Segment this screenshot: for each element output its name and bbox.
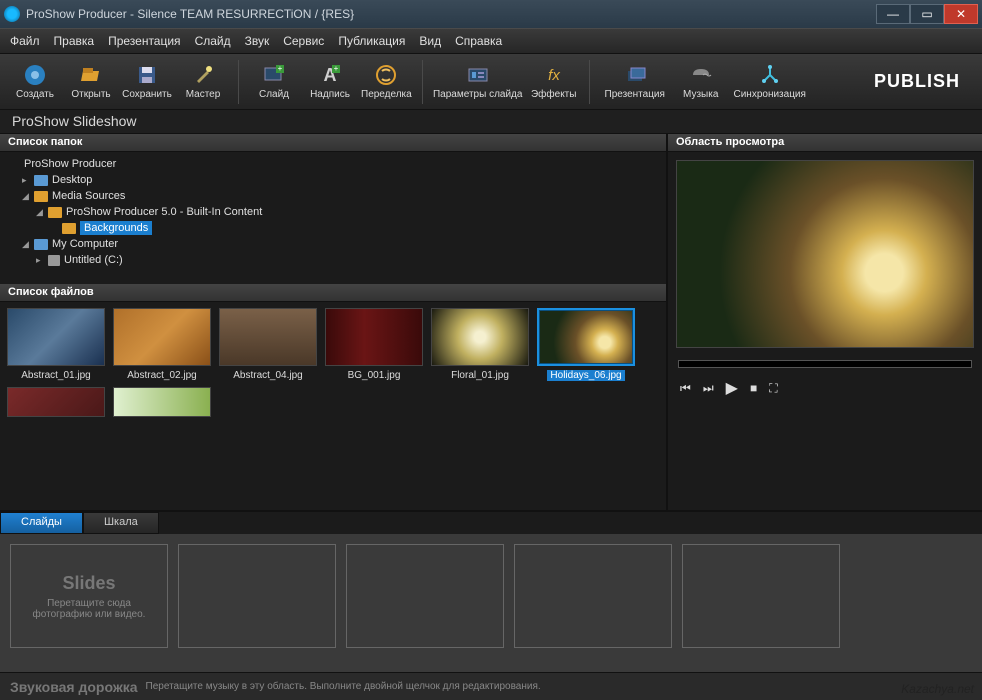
next-icon[interactable]: ⏭ [703,381,714,396]
slideshow-title: ProShow Slideshow [0,110,982,134]
file-thumb-selected[interactable]: Holidays_06.jpg [536,308,636,381]
file-thumb[interactable]: Abstract_01.jpg [6,308,106,381]
tree-backgrounds[interactable]: Backgrounds [6,220,660,236]
folders-pane-header: Список папок [0,134,666,152]
transport-controls: ⏮ ⏭ ▶ ■ ⛶ [668,372,982,404]
file-thumb[interactable]: Abstract_04.jpg [218,308,318,381]
slide-slot[interactable] [178,544,336,648]
menu-sound[interactable]: Звук [245,34,270,48]
menu-file[interactable]: Файл [10,34,40,48]
thumbnail-image [219,308,317,366]
preview-image[interactable] [676,160,974,348]
prev-icon[interactable]: ⏮ [680,381,691,396]
svg-text:+: + [334,64,339,73]
save-button[interactable]: Сохранить [122,57,172,107]
preview-pane-header: Область просмотра [668,134,982,152]
bottom-tabs: Слайды Шкала [0,512,982,534]
files-pane-header: Список файлов [0,284,666,302]
file-thumb[interactable] [112,387,212,417]
preview-area: ⏮ ⏭ ▶ ■ ⛶ [668,152,982,510]
bottom-panel: Слайды Шкала Slides Перетащите сюда фото… [0,510,982,700]
menu-presentation[interactable]: Презентация [108,34,181,48]
tab-slides[interactable]: Слайды [0,512,83,534]
svg-text:+: + [278,64,283,73]
slide-slot[interactable] [346,544,504,648]
slides-area[interactable]: Slides Перетащите сюда фотографию или ви… [0,534,982,672]
titlebar: ProShow Producer - Silence TEAM RESURREC… [0,0,982,28]
slide-button[interactable]: +Слайд [249,57,299,107]
app-icon [4,6,20,22]
tree-media-sources[interactable]: ◢Media Sources [6,188,660,204]
audio-title: Звуковая дорожка [10,679,138,695]
menu-edit[interactable]: Правка [54,34,95,48]
scrub-bar[interactable] [678,360,972,368]
menu-slide[interactable]: Слайд [195,34,231,48]
audio-track[interactable]: Звуковая дорожка Перетащите музыку в эту… [0,672,982,700]
wizard-button[interactable]: Мастер [178,57,228,107]
thumbnail-image [7,308,105,366]
caption-button[interactable]: A+Надпись [305,57,355,107]
sync-button[interactable]: Синхронизация [732,57,808,107]
folder-tree[interactable]: ProShow Producer ▸Desktop ◢Media Sources… [0,152,666,284]
music-button[interactable]: Музыка [676,57,726,107]
thumbnail-image [537,308,635,366]
maximize-button[interactable]: ▭ [910,4,944,24]
slide-slot[interactable] [682,544,840,648]
fullscreen-icon[interactable]: ⛶ [769,381,777,396]
tree-my-computer[interactable]: ◢My Computer [6,236,660,252]
menu-service[interactable]: Сервис [283,34,324,48]
toolbar-separator [422,60,423,104]
toolbar-separator [589,60,590,104]
thumbnail-image [325,308,423,366]
file-thumb[interactable]: BG_001.jpg [324,308,424,381]
window-title: ProShow Producer - Silence TEAM RESURREC… [26,7,876,21]
audio-hint: Перетащите музыку в эту область. Выполни… [146,681,541,692]
menu-publish[interactable]: Публикация [338,34,405,48]
svg-text:fx: fx [548,67,560,84]
tree-desktop[interactable]: ▸Desktop [6,172,660,188]
minimize-button[interactable]: — [876,4,910,24]
thumbnail-image [113,308,211,366]
play-icon[interactable]: ▶ [726,378,738,398]
thumbnail-image [113,387,211,417]
slide-slot[interactable] [514,544,672,648]
remix-button[interactable]: Переделка [361,57,412,107]
open-button[interactable]: Открыть [66,57,116,107]
slides-drop-hint[interactable]: Slides Перетащите сюда фотографию или ви… [10,544,168,648]
create-button[interactable]: Создать [10,57,60,107]
menubar: Файл Правка Презентация Слайд Звук Серви… [0,28,982,54]
publish-button[interactable]: PUBLISH [862,71,972,92]
thumbnail-image [7,387,105,417]
file-thumb[interactable] [6,387,106,417]
toolbar: Создать Открыть Сохранить Мастер +Слайд … [0,54,982,110]
tab-timeline[interactable]: Шкала [83,512,159,534]
file-thumb[interactable]: Floral_01.jpg [430,308,530,381]
presentation-button[interactable]: Презентация [600,57,670,107]
tree-builtin-content[interactable]: ◢ProShow Producer 5.0 - Built-In Content [6,204,660,220]
thumbnail-image [431,308,529,366]
file-thumb[interactable]: Abstract_02.jpg [112,308,212,381]
watermark: Kazachya.net [901,682,974,696]
toolbar-separator [238,60,239,104]
effects-button[interactable]: fxЭффекты [529,57,579,107]
slide-options-button[interactable]: Параметры слайда [433,57,523,107]
menu-help[interactable]: Справка [455,34,502,48]
stop-icon[interactable]: ■ [750,381,757,395]
tree-root[interactable]: ProShow Producer [6,156,660,172]
file-list: Abstract_01.jpg Abstract_02.jpg Abstract… [0,302,666,510]
tree-drive-c[interactable]: ▸Untitled (C:) [6,252,660,268]
menu-view[interactable]: Вид [419,34,441,48]
close-button[interactable]: ✕ [944,4,978,24]
